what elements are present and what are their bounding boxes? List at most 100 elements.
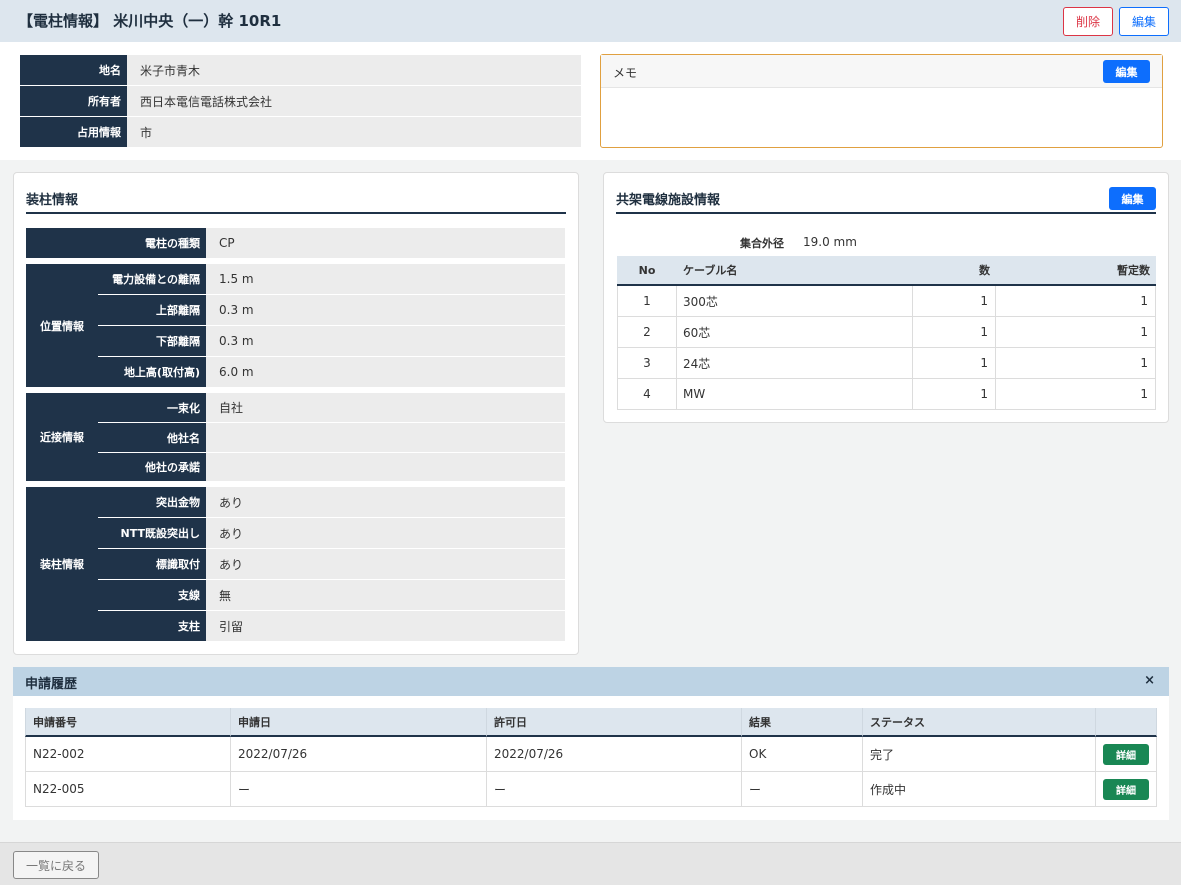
pole-row-label: NTT既設突出し [98, 518, 206, 548]
memo-content [601, 88, 1162, 104]
history-action-cell: 詳細 [1096, 737, 1157, 772]
history-header: 申請履歴 × [13, 667, 1169, 696]
detail-button[interactable]: 詳細 [1103, 778, 1149, 800]
delete-button[interactable]: 削除 [1063, 7, 1113, 36]
pole-row-value: あり [206, 549, 565, 579]
pole-row-label: 他社名 [98, 423, 206, 452]
page-header: 【電柱情報】 米川中央（一）幹 10R1 削除 編集 [0, 0, 1181, 42]
pole-row-label: 下部離隔 [98, 326, 206, 356]
memo-label: メモ [613, 66, 638, 80]
basic-value: 市 [127, 117, 581, 147]
pole-type-label: 電柱の種類 [26, 228, 206, 258]
history-cell: ー [742, 772, 863, 807]
history-col-header: 申請日 [231, 708, 487, 737]
diameter-label: 集合外径 [740, 237, 784, 250]
history-action-cell: 詳細 [1096, 772, 1157, 807]
history-cell: N22-002 [25, 737, 231, 772]
pole-info-divider [26, 212, 566, 214]
pole-row-value: 引留 [206, 611, 565, 641]
history-cell: N22-005 [25, 772, 231, 807]
basic-label: 占用情報 [20, 117, 127, 147]
pole-row-value [206, 423, 565, 452]
cable-cell: 24芯 [677, 348, 913, 379]
close-icon[interactable]: × [1144, 673, 1155, 688]
cable-col-count: 数 [913, 256, 996, 286]
pole-row-value: 無 [206, 580, 565, 610]
pole-row-label: 標識取付 [98, 549, 206, 579]
pole-row-label: 突出金物 [98, 487, 206, 517]
pole-row-value: 0.3 m [206, 295, 565, 325]
history-panel: 申請履歴 × 申請番号 申請日 許可日 結果 ステータス N22-002 2022/07/2… [13, 667, 1169, 820]
basic-row-place: 地名 米子市青木 [20, 55, 581, 85]
history-col-header: 許可日 [487, 708, 742, 737]
basic-value: 米子市青木 [127, 55, 581, 85]
cable-edit-button[interactable]: 編集 [1109, 187, 1156, 210]
detail-button[interactable]: 詳細 [1103, 743, 1149, 765]
pole-row-label: 電力設備との離隔 [98, 264, 206, 294]
pole-type-value: CP [206, 228, 565, 258]
pole-row-value: 1.5 m [206, 264, 565, 294]
basic-label: 所有者 [20, 86, 127, 116]
cable-info-divider [616, 212, 1156, 214]
cable-col-name: ケーブル名 [677, 256, 913, 286]
history-cell: ー [487, 772, 742, 807]
cable-cell: 1 [913, 348, 996, 379]
basic-value: 西日本電信電話株式会社 [127, 86, 581, 116]
cable-cell: 1 [996, 286, 1156, 317]
cable-col-provisional: 暫定数 [996, 256, 1156, 286]
cable-cell: 300芯 [677, 286, 913, 317]
basic-label: 地名 [20, 55, 127, 85]
pole-row-value: 6.0 m [206, 357, 565, 387]
history-cell: ー [231, 772, 487, 807]
memo-panel: メモ 編集 [600, 54, 1163, 148]
cable-info-title: 共架電線施設情報 [616, 193, 721, 208]
group-label-proximity: 近接情報 [26, 393, 98, 481]
memo-header: メモ 編集 [601, 55, 1162, 88]
pole-row-value: 0.3 m [206, 326, 565, 356]
group-label-position: 位置情報 [26, 264, 98, 387]
diameter-value: 19.0 mm [803, 235, 857, 249]
history-col-header: 結果 [742, 708, 863, 737]
basic-row-occupancy: 占用情報 市 [20, 117, 581, 147]
history-cell: OK [742, 737, 863, 772]
pole-row-value: あり [206, 487, 565, 517]
page-footer: 一覧に戻る [0, 842, 1181, 885]
cable-cell: 4 [617, 379, 677, 410]
page-title: 【電柱情報】 米川中央（一）幹 10R1 [18, 12, 282, 30]
pole-row-value: 自社 [206, 393, 565, 422]
history-col-header: ステータス [863, 708, 1096, 737]
pole-row-label: 支柱 [98, 611, 206, 641]
cable-cell: 2 [617, 317, 677, 348]
pole-row-value: あり [206, 518, 565, 548]
cable-col-no: No [617, 256, 677, 286]
cable-cell: 1 [913, 286, 996, 317]
cable-cell: 3 [617, 348, 677, 379]
pole-row-value [206, 453, 565, 481]
cable-cell: 1 [996, 379, 1156, 410]
cable-cell: 1 [996, 348, 1156, 379]
edit-button[interactable]: 編集 [1119, 7, 1169, 36]
cable-cell: 1 [913, 379, 996, 410]
pole-row-label: 上部離隔 [98, 295, 206, 325]
pole-row-label: 一束化 [98, 393, 206, 422]
history-col-header: 申請番号 [25, 708, 231, 737]
pole-info-title: 装柱情報 [26, 193, 79, 208]
history-col-action [1096, 708, 1157, 737]
memo-edit-button[interactable]: 編集 [1103, 60, 1150, 83]
pole-row-label: 支線 [98, 580, 206, 610]
cable-cell: 1 [617, 286, 677, 317]
history-cell: 2022/07/26 [487, 737, 742, 772]
pole-row-label: 他社の承諾 [98, 453, 206, 481]
group-label-mounting: 装柱情報 [26, 487, 98, 641]
history-title: 申請履歴 [25, 677, 78, 692]
pole-row-label: 地上高(取付高) [98, 357, 206, 387]
history-cell: 完了 [863, 737, 1096, 772]
basic-row-owner: 所有者 西日本電信電話株式会社 [20, 86, 581, 116]
history-cell: 2022/07/26 [231, 737, 487, 772]
cable-cell: 1 [996, 317, 1156, 348]
cable-cell: 1 [913, 317, 996, 348]
history-cell: 作成中 [863, 772, 1096, 807]
cable-cell: MW [677, 379, 913, 410]
back-to-list-button[interactable]: 一覧に戻る [13, 851, 99, 879]
cable-cell: 60芯 [677, 317, 913, 348]
